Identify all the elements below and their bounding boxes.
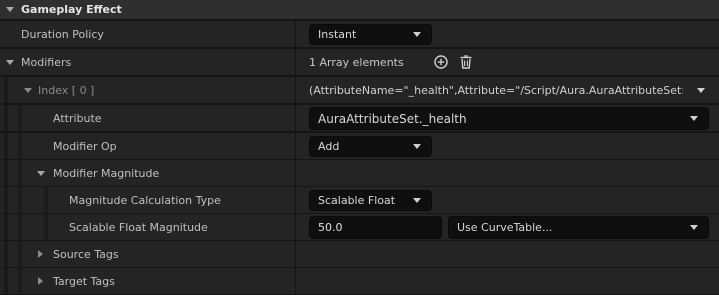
add-element-icon[interactable] [434,55,448,69]
collapse-arrow-icon[interactable] [6,7,14,12]
section-header-gameplay-effect[interactable]: Gameplay Effect [0,0,719,20]
attribute-label: Attribute [53,111,102,125]
index-label: Index [ 0 ] [38,83,95,97]
attribute-value: AuraAttributeSet._health [318,111,467,126]
scalable-float-label: Scalable Float Magnitude [69,220,208,234]
curve-table-dropdown[interactable]: Use CurveTable... [448,216,709,239]
source-tags-label: Source Tags [53,247,119,261]
row-attribute: Attribute AuraAttributeSet._health [0,105,719,132]
duration-policy-value: Instant [318,28,357,41]
modifiers-count: 1 Array elements [309,55,404,69]
target-tags-label: Target Tags [53,274,115,288]
calc-type-label: Magnitude Calculation Type [69,193,221,207]
modifier-op-value: Add [318,140,340,153]
duration-policy-dropdown[interactable]: Instant [309,24,432,45]
row-index-0[interactable]: Index [ 0 ] (AttributeName="_health",Att… [0,77,719,104]
chevron-down-icon [690,116,698,121]
collapse-arrow-icon[interactable] [37,171,45,176]
curve-table-value: Use CurveTable... [457,221,553,234]
row-modifiers[interactable]: Modifiers 1 Array elements [0,49,719,76]
expand-arrow-icon[interactable] [38,250,43,258]
collapse-arrow-icon[interactable] [6,60,14,65]
row-source-tags[interactable]: Source Tags [0,241,719,268]
row-magnitude-calc-type: Magnitude Calculation Type Scalable Floa… [0,187,719,214]
modifier-op-dropdown[interactable]: Add [309,136,432,157]
row-modifier-magnitude[interactable]: Modifier Magnitude [0,160,719,187]
index-summary: (AttributeName="_health",Attribute="/Scr… [309,83,683,97]
chevron-down-icon [413,198,421,203]
chevron-down-icon [690,225,698,230]
collapse-arrow-icon[interactable] [24,88,32,93]
chevron-down-icon [413,144,421,149]
row-modifier-op: Modifier Op Add [0,133,719,160]
attribute-dropdown[interactable]: AuraAttributeSet._health [309,107,709,130]
row-target-tags[interactable]: Target Tags [0,268,719,295]
chevron-down-icon [413,32,421,37]
calc-type-value: Scalable Float [318,194,396,207]
expand-arrow-icon[interactable] [38,277,43,285]
scalable-float-input[interactable]: 50.0 [309,216,442,239]
modifiers-label: Modifiers [21,55,72,69]
trash-icon[interactable] [459,55,473,69]
scalable-float-value: 50.0 [318,221,343,234]
section-title: Gameplay Effect [21,3,122,16]
modifier-magnitude-label: Modifier Magnitude [53,166,160,180]
modifier-op-label: Modifier Op [53,139,117,153]
duration-policy-label: Duration Policy [21,27,104,41]
calc-type-dropdown[interactable]: Scalable Float [309,190,432,211]
chevron-down-icon[interactable] [697,88,705,93]
row-duration-policy: Duration Policy Instant [0,21,719,48]
row-scalable-float: Scalable Float Magnitude 50.0 Use CurveT… [0,214,719,241]
